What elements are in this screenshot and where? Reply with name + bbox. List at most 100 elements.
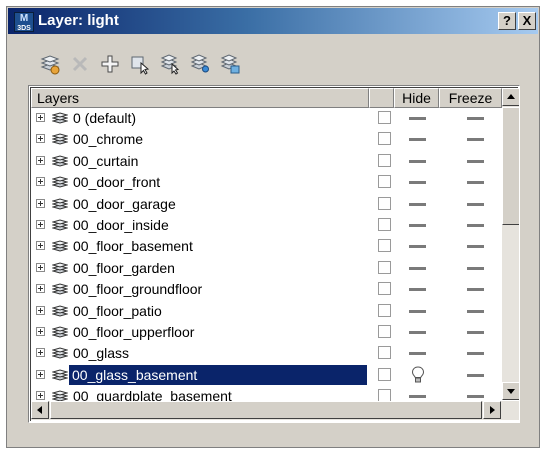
freeze-toggle[interactable] [467,288,484,292]
layer-row[interactable]: 00_floor_groundfloor [31,279,501,300]
layer-name[interactable]: 00_floor_groundfloor [70,279,205,299]
layer-checkbox[interactable] [378,218,391,231]
layer-row[interactable]: 00_floor_basement [31,236,501,257]
vertical-scrollbar[interactable] [502,88,519,400]
layer-name[interactable]: 00_floor_basement [70,236,196,256]
expand-icon[interactable] [36,177,45,187]
layer-checkbox[interactable] [378,367,391,381]
layer-name[interactable]: 00_glass [70,343,132,363]
hide-toggle[interactable] [409,331,426,334]
vertical-scroll-thumb[interactable] [502,107,519,225]
expand-icon[interactable] [36,327,45,336]
layer-name[interactable]: 00_floor_upperfloor [70,322,197,342]
expand-icon[interactable] [36,113,45,122]
layer-row[interactable]: 00_glass [31,343,501,364]
layer-checkbox[interactable] [378,303,391,317]
freeze-toggle[interactable] [467,181,484,185]
hide-toggle[interactable] [409,245,426,249]
freeze-toggle[interactable] [467,373,484,377]
layer-row[interactable]: 00_door_inside [31,215,501,236]
expand-icon[interactable] [36,284,45,294]
expand-icon[interactable] [36,134,45,144]
layer-checkbox[interactable] [378,196,391,210]
hide-all-button[interactable] [187,50,213,78]
layer-row[interactable]: 00_curtain [31,151,501,172]
lightbulb-icon[interactable] [411,366,425,388]
freeze-toggle[interactable] [467,395,484,399]
layer-name[interactable]: 00_curtain [70,151,141,171]
hide-toggle[interactable] [409,288,426,292]
expand-icon[interactable] [36,198,45,208]
layer-checkbox[interactable] [378,282,391,296]
horizontal-scrollbar[interactable] [31,401,519,420]
title-bar[interactable]: M 3DS Layer: light ? X [8,8,538,34]
layer-name[interactable]: 00_chrome [70,129,146,149]
freeze-toggle[interactable] [467,266,484,270]
layer-name[interactable]: 00_door_garage [70,194,179,214]
expand-icon[interactable] [36,241,45,251]
expand-icon[interactable] [36,220,45,229]
scroll-right-button[interactable] [483,401,501,419]
expand-icon[interactable] [36,391,45,401]
layer-checkbox[interactable] [378,346,391,360]
freeze-toggle[interactable] [467,117,484,120]
column-header-hide[interactable]: Hide [394,88,439,108]
freeze-toggle[interactable] [467,202,484,206]
layer-row[interactable]: 00_door_garage [31,194,501,215]
add-to-layer-button[interactable] [97,50,123,78]
layer-name[interactable]: 00_floor_patio [70,301,165,321]
freeze-toggle[interactable] [467,159,484,163]
hide-toggle[interactable] [409,117,426,120]
column-header-freeze[interactable]: Freeze [439,88,502,108]
freeze-toggle[interactable] [467,309,484,313]
expand-icon[interactable] [36,262,45,272]
help-button[interactable]: ? [498,12,516,30]
delete-layer-button[interactable] [67,50,93,78]
hide-toggle[interactable] [409,224,426,227]
expand-icon[interactable] [36,155,45,165]
hide-toggle[interactable] [409,266,426,270]
expand-icon[interactable] [36,305,45,315]
layer-row[interactable]: 00_floor_patio [31,301,501,322]
close-button[interactable]: X [518,12,536,30]
layer-name[interactable]: 00_floor_garden [70,258,178,278]
layer-name[interactable]: 00_door_front [70,172,163,192]
layer-checkbox[interactable] [378,175,391,189]
layer-row[interactable]: 00_glass_basement [31,364,501,388]
horizontal-scroll-thumb[interactable] [50,401,482,419]
layer-name[interactable]: 00_glass_basement [69,364,367,385]
create-layer-button[interactable] [37,50,63,78]
layer-row[interactable]: 00_door_front [31,172,501,193]
hide-toggle[interactable] [409,352,426,356]
layer-row[interactable]: 00_chrome [31,129,501,150]
column-header-layers[interactable]: Layers [31,88,369,108]
hide-toggle[interactable] [409,202,426,206]
freeze-toggle[interactable] [467,224,484,227]
freeze-toggle[interactable] [467,331,484,334]
layer-checkbox[interactable] [378,153,391,167]
freeze-toggle[interactable] [467,245,484,249]
layer-checkbox[interactable] [378,325,391,338]
layer-checkbox[interactable] [378,260,391,274]
layer-name[interactable]: 00_door_inside [70,215,172,235]
select-objects-button[interactable] [127,50,153,78]
column-header-visibility[interactable] [369,88,394,108]
hide-toggle[interactable] [409,159,426,163]
layer-checkbox[interactable] [378,111,391,124]
hide-toggle[interactable] [409,181,426,185]
layer-row[interactable]: 0 (default) [31,108,501,129]
expand-icon[interactable] [36,348,45,358]
hide-toggle[interactable] [409,309,426,313]
freeze-toggle[interactable] [467,352,484,356]
hide-toggle[interactable] [409,138,426,142]
scroll-left-button[interactable] [31,401,49,419]
layer-checkbox[interactable] [378,132,391,146]
scroll-down-button[interactable] [502,382,519,400]
highlight-selected-button[interactable] [157,50,183,78]
freeze-all-button[interactable] [217,50,243,78]
layer-row[interactable]: 00_floor_garden [31,258,501,279]
scroll-up-button[interactable] [502,88,519,106]
layer-row[interactable]: 00_floor_upperfloor [31,322,501,343]
layer-checkbox[interactable] [378,239,391,253]
layer-name[interactable]: 0 (default) [70,108,139,128]
